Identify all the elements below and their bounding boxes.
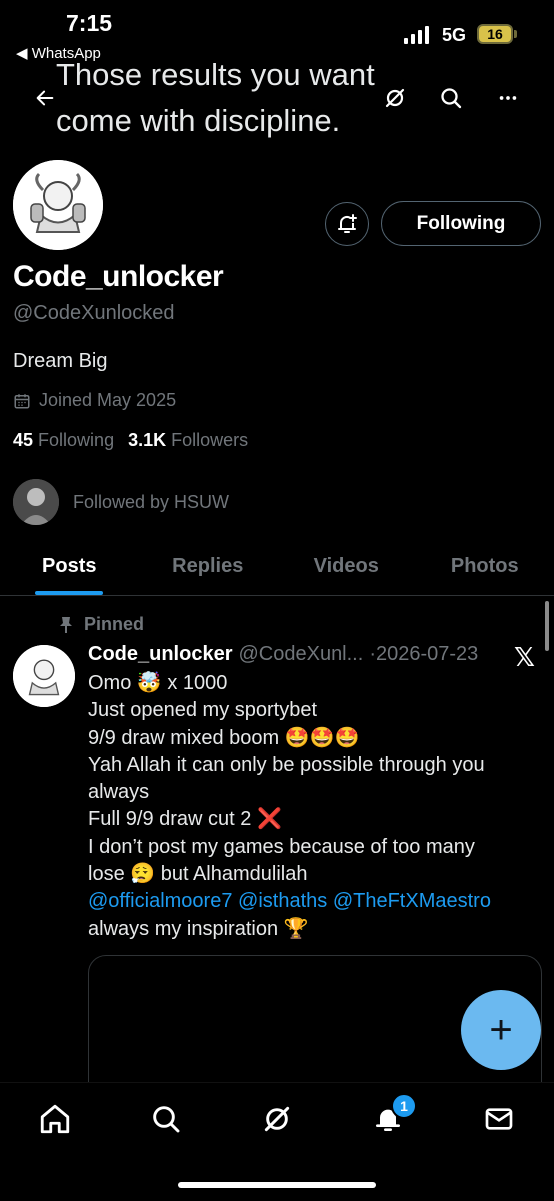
network-type: 5G: [442, 25, 466, 46]
followers-count: 3.1K: [128, 430, 166, 450]
follow-stats: 45 Following 3.1K Followers: [13, 430, 248, 451]
nav-messages[interactable]: [481, 1101, 517, 1137]
search-button[interactable]: [434, 81, 468, 115]
mention-link[interactable]: @isthaths: [238, 890, 327, 912]
followers-label: Followers: [171, 430, 248, 450]
calendar-icon: [13, 392, 31, 410]
followed-by-text: Followed by HSUW: [73, 492, 229, 513]
compose-post-button[interactable]: +: [461, 990, 541, 1070]
profile-avatar[interactable]: [13, 160, 103, 250]
home-icon: [38, 1102, 72, 1136]
search-icon: [439, 86, 463, 110]
post-line: Just opened my sportybet: [88, 697, 528, 724]
mention-link[interactable]: @officialmoore7: [88, 890, 232, 912]
following-count: 45: [13, 430, 33, 450]
home-indicator[interactable]: [178, 1182, 376, 1188]
search-icon: [150, 1103, 182, 1135]
pin-icon: [58, 616, 74, 634]
tab-videos[interactable]: Videos: [277, 540, 416, 595]
grok-button[interactable]: [378, 81, 412, 115]
post-header: Code_unlocker @CodeXunl... ·2026-07-23: [88, 643, 478, 666]
joined-text: Joined May 2025: [39, 390, 176, 411]
battery-tip: [514, 30, 517, 38]
more-icon: [497, 87, 519, 109]
grok-icon: [261, 1103, 293, 1135]
mention-link[interactable]: @TheFtXMaestro: [333, 890, 491, 912]
nav-search[interactable]: [148, 1101, 184, 1137]
nav-home[interactable]: [37, 1101, 73, 1137]
more-options-button[interactable]: [491, 81, 525, 115]
status-time: 7:15: [66, 10, 112, 37]
notifications-badge: 1: [391, 1093, 417, 1119]
back-button[interactable]: [28, 81, 62, 115]
profile-name: Code_unlocker: [13, 260, 223, 294]
post-author-name[interactable]: Code_unlocker: [88, 643, 232, 666]
post-line: Full 9/9 draw cut 2 ❌: [88, 806, 528, 833]
post-line: I don’t post my games because of too man…: [88, 834, 528, 861]
post-line: Yah Allah it can only be possible throug…: [88, 752, 528, 779]
post-line: always my inspiration 🏆: [88, 916, 528, 943]
arrow-left-icon: [34, 87, 56, 109]
post-line: lose 😮‍💨 but Alhamdulilah: [88, 861, 528, 888]
avatar-illustration: [13, 160, 103, 250]
scrollbar[interactable]: [545, 601, 549, 651]
post-line: always: [88, 779, 528, 806]
following-stat[interactable]: 45 Following: [13, 430, 114, 451]
followers-stat[interactable]: 3.1K Followers: [128, 430, 248, 451]
pinned-label: Pinned: [84, 614, 144, 635]
following-button[interactable]: Following: [381, 201, 541, 246]
tab-replies[interactable]: Replies: [139, 540, 278, 595]
tab-posts[interactable]: Posts: [0, 540, 139, 595]
profile-handle: @CodeXunlocked: [13, 302, 175, 325]
notify-subscribe-button[interactable]: [325, 202, 369, 246]
x-logo-icon: 𝕏: [514, 642, 535, 673]
post-line: Omo 🤯 x 1000: [88, 670, 528, 697]
post-date: ·2026-07-23: [369, 643, 478, 666]
signal-icon: [404, 24, 429, 44]
mail-icon: [483, 1103, 515, 1135]
following-label: Following: [38, 430, 114, 450]
battery-icon: 16: [477, 24, 513, 44]
followed-by-row[interactable]: Followed by HSUW: [13, 479, 229, 525]
post-author-handle[interactable]: @CodeXunl...: [238, 643, 363, 666]
post-mentions-line: @officialmoore7 @isthaths @TheFtXMaestro: [88, 888, 528, 915]
post-line: 9/9 draw mixed boom 🤩🤩🤩: [88, 725, 528, 752]
nav-grok[interactable]: [259, 1101, 295, 1137]
post-text: Omo 🤯 x 1000 Just opened my sportybet 9/…: [88, 670, 528, 943]
joined-date: Joined May 2025: [13, 390, 176, 411]
grok-icon: [383, 86, 407, 110]
profile-tabs: Posts Replies Videos Photos: [0, 540, 554, 596]
profile-bio: Dream Big: [13, 350, 107, 373]
pinned-indicator: Pinned: [58, 614, 144, 635]
post-author-avatar[interactable]: [13, 645, 75, 707]
follower-avatar: [13, 479, 59, 525]
tab-photos[interactable]: Photos: [416, 540, 554, 595]
bell-plus-icon: [335, 212, 359, 236]
